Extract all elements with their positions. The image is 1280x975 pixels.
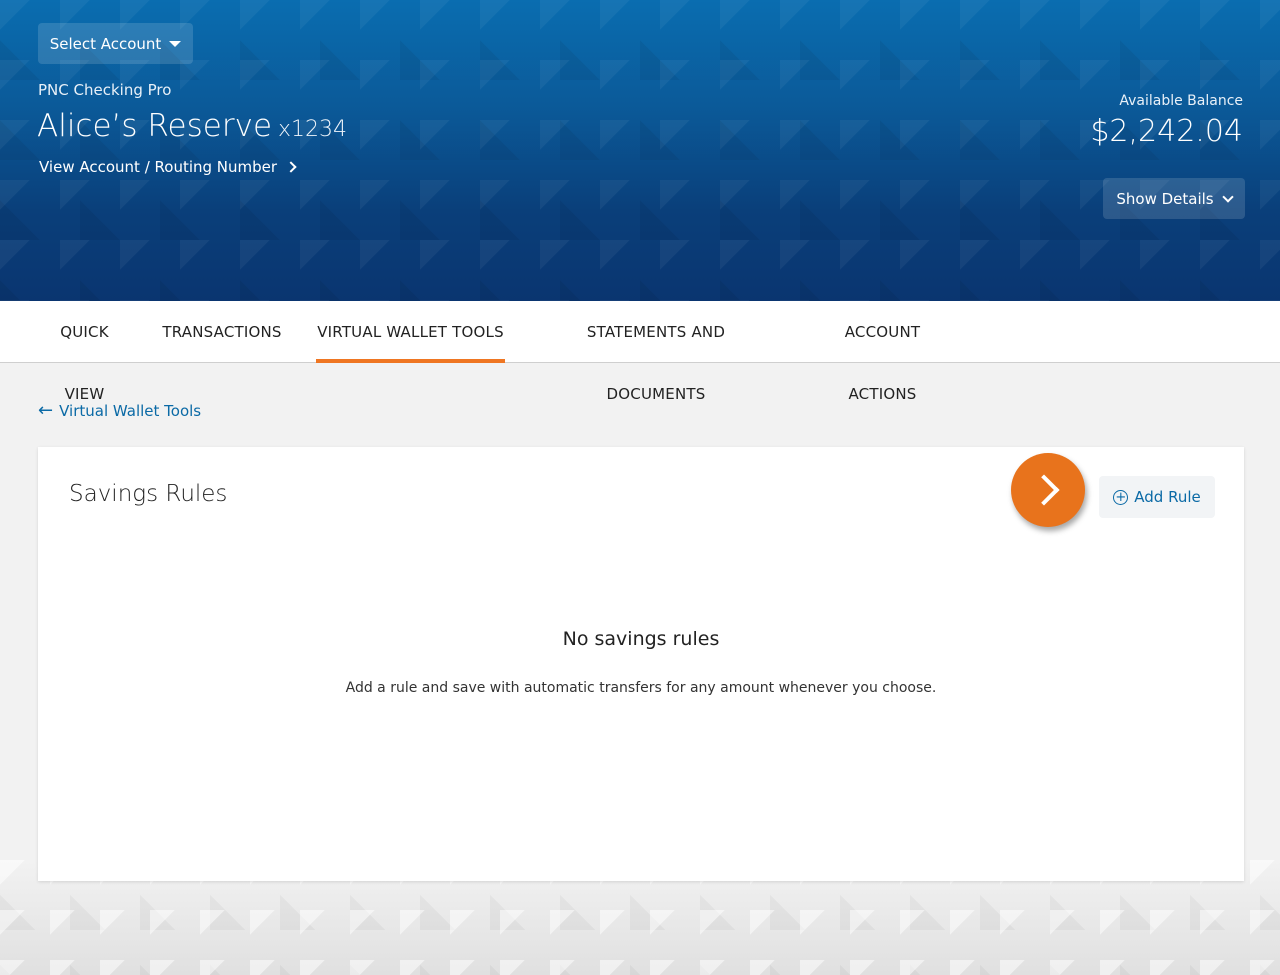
show-details-label: Show Details — [1116, 189, 1214, 208]
account-name-text: Alice’s Reserve — [37, 108, 273, 144]
select-account-label: Select Account — [49, 34, 162, 53]
tab-label: QUICK VIEW — [60, 323, 109, 403]
tab-quick-view[interactable]: QUICK VIEW — [38, 301, 131, 403]
chevron-right-icon — [1028, 474, 1060, 506]
arrow-left-icon: ← — [38, 400, 54, 421]
tab-virtual-wallet-tools[interactable]: VIRTUAL WALLET TOOLS — [316, 301, 505, 363]
tab-account-actions[interactable]: ACCOUNT ACTIONS — [810, 301, 955, 403]
add-rule-button[interactable]: + Add Rule — [1099, 476, 1215, 518]
select-account-button[interactable]: Select Account — [38, 23, 193, 64]
product-name: PNC Checking Pro — [38, 81, 172, 99]
available-balance-value: $2,242.04 — [1090, 114, 1243, 149]
available-balance-label: Available Balance — [1119, 93, 1243, 109]
tab-transactions[interactable]: TRANSACTIONS — [162, 301, 282, 363]
tab-label: ACCOUNT ACTIONS — [844, 323, 921, 403]
card-title: Savings Rules — [69, 481, 228, 507]
next-arrow-button[interactable] — [1011, 453, 1085, 527]
tab-label: TRANSACTIONS — [162, 323, 282, 341]
caret-down-icon — [169, 40, 182, 47]
account-name: Alice’s Reserve x1234 — [37, 108, 347, 144]
empty-state-title: No savings rules — [562, 628, 720, 650]
account-header: Select Account PNC Checking Pro Alice’s … — [0, 0, 1280, 301]
show-details-button[interactable]: Show Details — [1103, 178, 1245, 219]
savings-rules-card: Savings Rules + Add Rule No savings rule… — [38, 447, 1244, 881]
add-rule-label: Add Rule — [1134, 488, 1201, 506]
empty-state-description: Add a rule and save with automatic trans… — [345, 680, 937, 696]
account-tabs: QUICK VIEW TRANSACTIONS VIRTUAL WALLET T… — [0, 301, 1280, 403]
back-link-label: Virtual Wallet Tools — [59, 402, 202, 420]
view-routing-label: View Account / Routing Number — [39, 158, 278, 176]
tab-statements-and-documents[interactable]: STATEMENTS AND DOCUMENTS — [537, 301, 775, 403]
account-number-suffix: x1234 — [278, 117, 348, 142]
plus-circle-icon: + — [1113, 489, 1129, 505]
tab-label: STATEMENTS AND DOCUMENTS — [586, 323, 726, 403]
view-routing-link[interactable]: View Account / Routing Number — [39, 158, 297, 176]
chevron-right-icon — [285, 161, 297, 173]
back-to-virtual-wallet-tools-link[interactable]: ← Virtual Wallet Tools — [38, 400, 202, 421]
tab-label: VIRTUAL WALLET TOOLS — [317, 323, 504, 341]
chevron-down-icon — [1221, 190, 1234, 203]
